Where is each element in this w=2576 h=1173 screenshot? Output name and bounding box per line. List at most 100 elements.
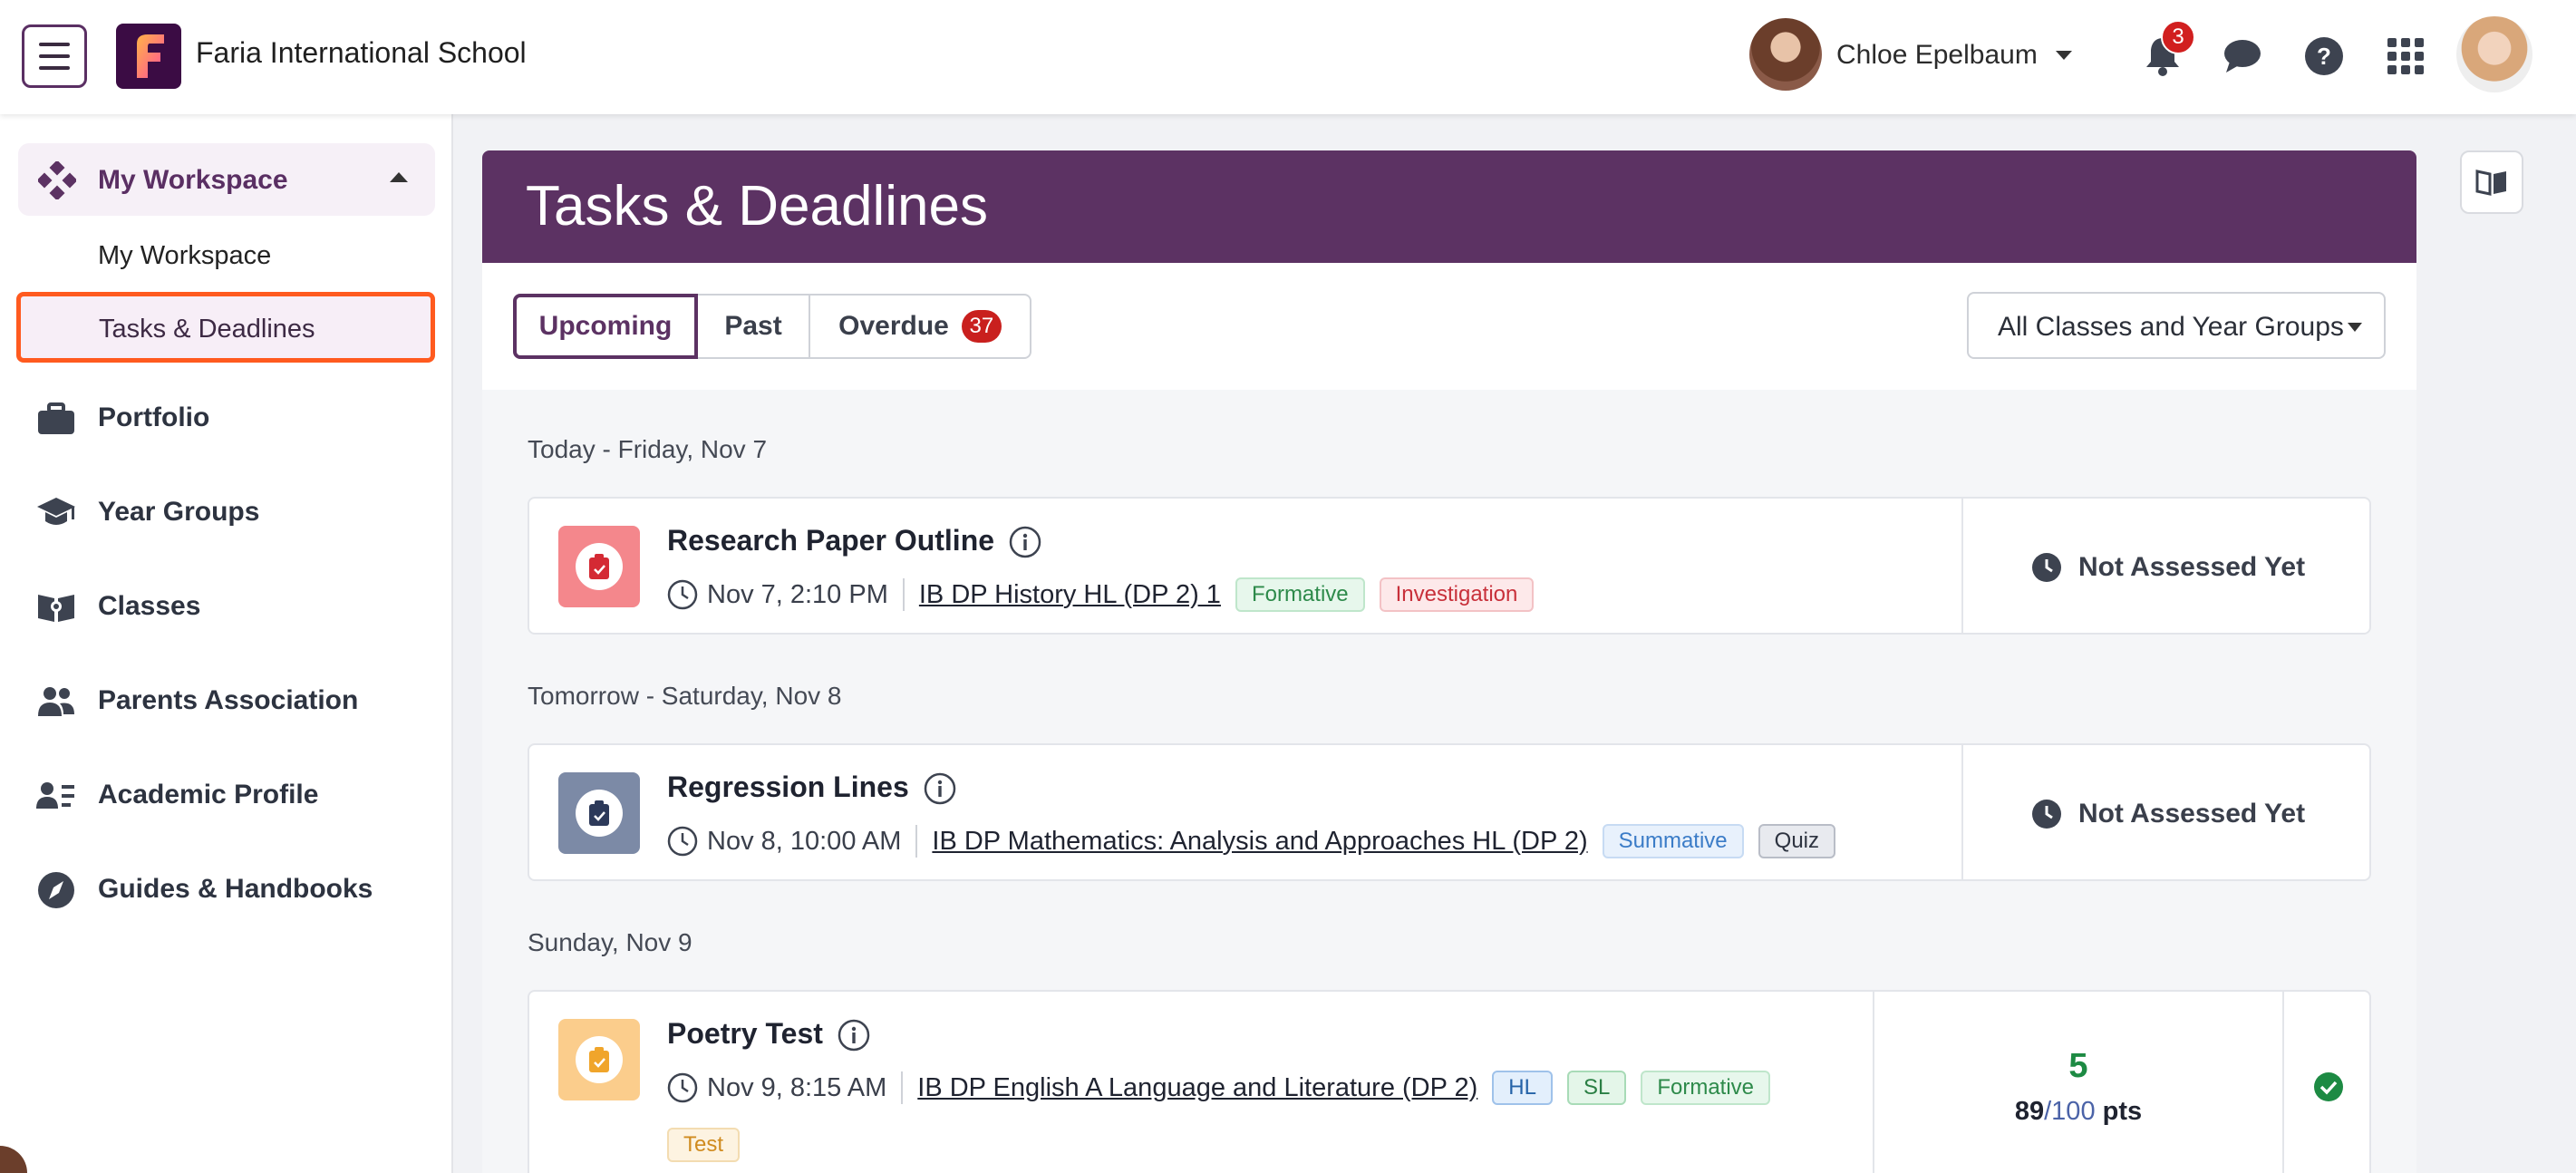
- task-status: Not Assessed Yet: [2077, 799, 2306, 829]
- graduation-cap-icon: [36, 495, 76, 531]
- apps-grid-icon[interactable]: [2387, 38, 2424, 79]
- sidebar-item-label: Classes: [98, 591, 201, 621]
- clock-icon: [667, 1072, 698, 1103]
- menu-line: [39, 66, 70, 70]
- user-dropdown-caret-icon[interactable]: [2056, 51, 2072, 60]
- divider: [901, 1071, 904, 1104]
- sidebar-item-label: Guides & Handbooks: [98, 874, 373, 904]
- profile-avatar[interactable]: [2456, 16, 2532, 92]
- svg-text:?: ?: [2317, 43, 2331, 70]
- sidebar-item-portfolio[interactable]: Portfolio: [0, 386, 453, 450]
- sidebar-item-classes[interactable]: Classes: [0, 575, 453, 638]
- sidebar-section-my-workspace[interactable]: My Workspace: [18, 143, 435, 216]
- sidebar-item-parents-association[interactable]: Parents Association: [0, 669, 453, 732]
- workspace-diamond-icon: [36, 160, 78, 204]
- sidebar-item-year-groups[interactable]: Year Groups: [0, 480, 453, 544]
- chat-bubble-icon[interactable]: [2223, 38, 2262, 79]
- task-class-link[interactable]: IB DP History HL (DP 2) 1: [919, 580, 1221, 610]
- task-grade: 5: [2068, 1047, 2088, 1085]
- class-filter-select[interactable]: All Classes and Year Groups: [1967, 292, 2386, 359]
- task-card-poetry-test[interactable]: Poetry Test Nov 9, 8:15 AM IB DP English…: [528, 990, 2371, 1173]
- task-status-cell: Not Assessed Yet: [1961, 499, 2369, 633]
- task-card-regression-lines[interactable]: Regression Lines Nov 8, 10:00 AM IB DP M…: [528, 743, 2371, 881]
- clock-icon: [667, 826, 698, 857]
- task-score: 89/100 pts: [2015, 1097, 2142, 1127]
- page-header-banner: Tasks & Deadlines: [482, 150, 2416, 263]
- divider: [915, 825, 918, 858]
- task-meta-wrap: Test: [667, 1128, 754, 1162]
- task-title[interactable]: Research Paper Outline: [667, 524, 994, 557]
- task-type-icon: [558, 1019, 640, 1100]
- task-status: Not Assessed Yet: [2077, 552, 2306, 582]
- tab-label: Overdue: [838, 311, 949, 341]
- sidebar-section-label: My Workspace: [98, 165, 288, 195]
- filter-selected-value: All Classes and Year Groups: [1998, 312, 2344, 342]
- sidebar-item-label: Parents Association: [98, 685, 359, 715]
- chevron-down-icon: [2348, 323, 2362, 332]
- tab-overdue[interactable]: Overdue 37: [810, 294, 1031, 359]
- score-unit: pts: [2102, 1097, 2143, 1126]
- user-name[interactable]: Chloe Epelbaum: [1836, 40, 2038, 71]
- overdue-count-badge: 37: [961, 310, 1002, 343]
- task-type-icon: [558, 526, 640, 607]
- divider: [902, 578, 905, 611]
- sidebar-item-guides-handbooks[interactable]: Guides & Handbooks: [0, 858, 453, 921]
- tag-hl: HL: [1492, 1071, 1553, 1105]
- info-icon[interactable]: [838, 1019, 870, 1056]
- tab-label: Past: [724, 311, 782, 341]
- tag-formative: Formative: [1235, 577, 1365, 612]
- hamburger-menu-button[interactable]: [22, 24, 87, 88]
- task-meta: Nov 8, 10:00 AM IB DP Mathematics: Analy…: [667, 823, 1850, 859]
- tag-formative: Formative: [1641, 1071, 1771, 1105]
- task-due-time: Nov 8, 10:00 AM: [707, 826, 902, 856]
- decorative-corner: [0, 1146, 27, 1173]
- task-class-link[interactable]: IB DP Mathematics: Analysis and Approach…: [932, 827, 1587, 857]
- task-due-time: Nov 7, 2:10 PM: [707, 579, 888, 609]
- tab-label: Upcoming: [538, 311, 673, 341]
- clock-filled-icon: [2031, 800, 2061, 829]
- task-class-link[interactable]: IB DP English A Language and Literature …: [917, 1073, 1477, 1103]
- task-type-icon: [558, 772, 640, 854]
- school-logo-icon[interactable]: [116, 24, 181, 89]
- sidebar-subitem-tasks-deadlines[interactable]: Tasks & Deadlines: [16, 292, 435, 363]
- task-card-research-paper-outline[interactable]: Research Paper Outline Nov 7, 2:10 PM IB…: [528, 497, 2371, 635]
- book-open-icon: [36, 589, 76, 625]
- day-heading: Today - Friday, Nov 7: [528, 435, 768, 463]
- sidebar-item-academic-profile[interactable]: Academic Profile: [0, 763, 453, 827]
- sidebar: My Workspace My Workspace Tasks & Deadli…: [0, 114, 453, 1173]
- sidebar-item-label: Portfolio: [98, 402, 210, 432]
- briefcase-icon: [36, 401, 76, 437]
- task-meta: Nov 7, 2:10 PM IB DP History HL (DP 2) 1…: [667, 577, 1548, 613]
- tab-past[interactable]: Past: [698, 294, 810, 359]
- task-title[interactable]: Poetry Test: [667, 1017, 823, 1051]
- task-title[interactable]: Regression Lines: [667, 771, 909, 804]
- task-meta: Nov 9, 8:15 AM IB DP English A Language …: [667, 1070, 1785, 1106]
- menu-line: [39, 54, 70, 58]
- sidebar-subitem-my-workspace[interactable]: My Workspace: [98, 241, 271, 271]
- day-heading: Tomorrow - Saturday, Nov 8: [528, 682, 842, 710]
- clock-filled-icon: [2031, 553, 2061, 582]
- chevron-up-icon[interactable]: [390, 172, 408, 182]
- task-complete-cell: [2282, 992, 2369, 1173]
- clock-icon: [667, 579, 698, 610]
- score-value: 89: [2014, 1097, 2045, 1126]
- guide-book-button[interactable]: [2460, 150, 2523, 214]
- tab-upcoming[interactable]: Upcoming: [513, 294, 698, 359]
- school-name[interactable]: Faria International School: [196, 36, 527, 70]
- user-avatar[interactable]: [1749, 18, 1822, 91]
- score-total: /100: [2044, 1097, 2096, 1126]
- id-card-icon: [36, 778, 76, 814]
- top-bar: Faria International School Chloe Epelbau…: [0, 0, 2576, 114]
- tag-summative: Summative: [1602, 824, 1744, 858]
- tasks-tabs: Upcoming Past Overdue 37: [513, 294, 1031, 359]
- tasks-toolbar: Upcoming Past Overdue 37 All Classes and…: [482, 263, 2416, 390]
- info-icon[interactable]: [1009, 526, 1041, 563]
- task-due-time: Nov 9, 8:15 AM: [707, 1072, 887, 1102]
- task-grade-cell: 5 89/100 pts: [1873, 992, 2282, 1173]
- compass-icon: [36, 872, 76, 908]
- info-icon[interactable]: [924, 772, 956, 809]
- help-icon[interactable]: ?: [2304, 36, 2344, 81]
- sidebar-item-label: Academic Profile: [98, 780, 319, 809]
- tag-sl: SL: [1566, 1071, 1627, 1105]
- check-circle-icon: [2314, 1072, 2343, 1101]
